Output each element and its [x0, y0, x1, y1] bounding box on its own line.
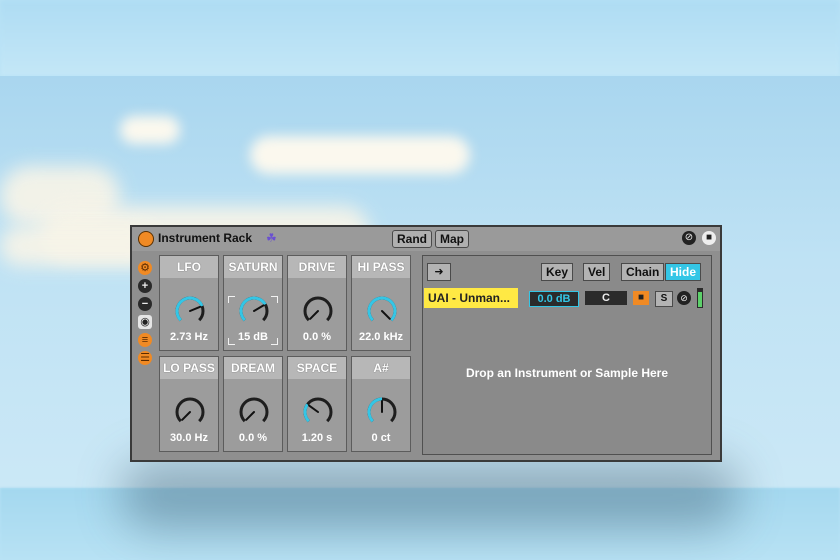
chain-row[interactable]: UAI - Unman... 0.0 dB C ■ S ⊘: [423, 286, 711, 308]
rack-titlebar: Instrument Rack ☘ Rand Map ⊘ ■: [132, 227, 720, 251]
macro-label: DREAM: [224, 357, 282, 379]
knob-pointer: [308, 404, 319, 413]
knob-value-arc: [303, 403, 310, 423]
macro-label: DRIVE: [288, 256, 346, 278]
macro-knob-4[interactable]: HI PASS 22.0 kHz: [351, 255, 411, 351]
hide-button[interactable]: Hide: [665, 263, 702, 281]
chain-volume[interactable]: 0.0 dB: [529, 291, 579, 307]
macro-value: 0 ct: [371, 432, 391, 444]
macro-knob-6[interactable]: DREAM 0.0 %: [223, 356, 283, 452]
macro-label: SATURN: [224, 256, 282, 278]
speaker-icon[interactable]: ■: [633, 291, 649, 305]
chain-select-button[interactable]: Chain: [621, 263, 665, 281]
hot-swap-icon[interactable]: ☘: [266, 231, 277, 245]
knob-icon[interactable]: [301, 294, 335, 328]
macro-value: 15 dB: [238, 331, 268, 343]
macro-value: 0.0 %: [302, 331, 332, 343]
chain-list-toggle-icon[interactable]: ≡: [138, 333, 152, 347]
knob-pointer: [381, 310, 391, 320]
knob-track: [239, 397, 269, 423]
macro-value: 30.0 Hz: [170, 432, 208, 444]
snapshot-icon[interactable]: ◉: [138, 315, 152, 329]
window-shadow: [120, 460, 740, 530]
macro-value: 0.0 %: [238, 432, 268, 444]
knob-icon[interactable]: [301, 395, 335, 429]
knob-value-arc: [239, 296, 267, 322]
remove-macro-icon[interactable]: −: [138, 297, 152, 311]
knob-icon[interactable]: [237, 395, 271, 429]
knob-icon[interactable]: [237, 294, 271, 328]
add-macro-icon[interactable]: +: [138, 279, 152, 293]
device-power-button[interactable]: [138, 231, 154, 247]
key-zone-button[interactable]: Key: [541, 263, 574, 281]
instrument-rack: Instrument Rack ☘ Rand Map ⊘ ■ ⚙ + − ◉ ≡…: [130, 225, 722, 462]
macro-knob-7[interactable]: SPACE 1.20 s: [287, 356, 347, 452]
knob-value-arc: [367, 296, 397, 322]
macro-value: 22.0 kHz: [358, 331, 404, 343]
link-icon[interactable]: ⊘: [677, 291, 691, 305]
save-preset-icon[interactable]: ■: [702, 231, 716, 245]
chain-pan[interactable]: C: [585, 291, 627, 305]
rand-button[interactable]: Rand: [392, 230, 432, 248]
macro-toggle-icon[interactable]: ⚙: [138, 261, 152, 275]
macro-label: LO PASS: [160, 357, 218, 379]
link-icon[interactable]: ⊘: [682, 231, 696, 245]
macro-knob-8[interactable]: A# 0 ct: [351, 356, 411, 452]
rack-side-controls: ⚙ + − ◉ ≡ ☰: [138, 257, 154, 369]
macro-knob-1[interactable]: LFO 2.73 Hz: [159, 255, 219, 351]
knob-pointer: [245, 411, 255, 421]
level-meter: [697, 288, 703, 308]
knob-track: [303, 397, 333, 423]
knob-icon[interactable]: [365, 395, 399, 429]
rack-title: Instrument Rack: [158, 231, 253, 245]
map-button[interactable]: Map: [435, 230, 469, 248]
knob-pointer: [253, 304, 265, 312]
macro-label: A#: [352, 357, 410, 379]
chain-name[interactable]: UAI - Unman...: [424, 288, 518, 308]
velocity-zone-button[interactable]: Vel: [583, 263, 611, 281]
knob-track: [303, 296, 333, 322]
arrow-right-icon[interactable]: ➜: [427, 263, 451, 281]
solo-button[interactable]: S: [655, 291, 673, 307]
device-view-toggle-icon[interactable]: ☰: [138, 351, 152, 365]
knob-pointer: [309, 310, 319, 320]
knob-icon[interactable]: [173, 395, 207, 429]
macro-label: LFO: [160, 256, 218, 278]
knob-pointer: [189, 305, 202, 312]
chain-list: ➜ Key Vel Chain Hide UAI - Unman... 0.0 …: [422, 255, 712, 455]
macro-label: HI PASS: [352, 256, 410, 278]
macro-knob-3[interactable]: DRIVE 0.0 %: [287, 255, 347, 351]
macro-label: SPACE: [288, 357, 346, 379]
macro-value: 1.20 s: [301, 432, 333, 444]
knob-icon[interactable]: [173, 294, 207, 328]
drop-zone-text: Drop an Instrument or Sample Here: [465, 366, 669, 380]
background-top: [0, 0, 840, 76]
macro-knob-5[interactable]: LO PASS 30.0 Hz: [159, 356, 219, 452]
knob-value-arc: [175, 296, 204, 322]
knob-pointer: [181, 411, 191, 421]
macro-knob-2[interactable]: SATURN 15 dB: [223, 255, 283, 351]
knob-icon[interactable]: [365, 294, 399, 328]
macro-value: 2.73 Hz: [170, 331, 208, 343]
knob-track: [175, 397, 205, 423]
